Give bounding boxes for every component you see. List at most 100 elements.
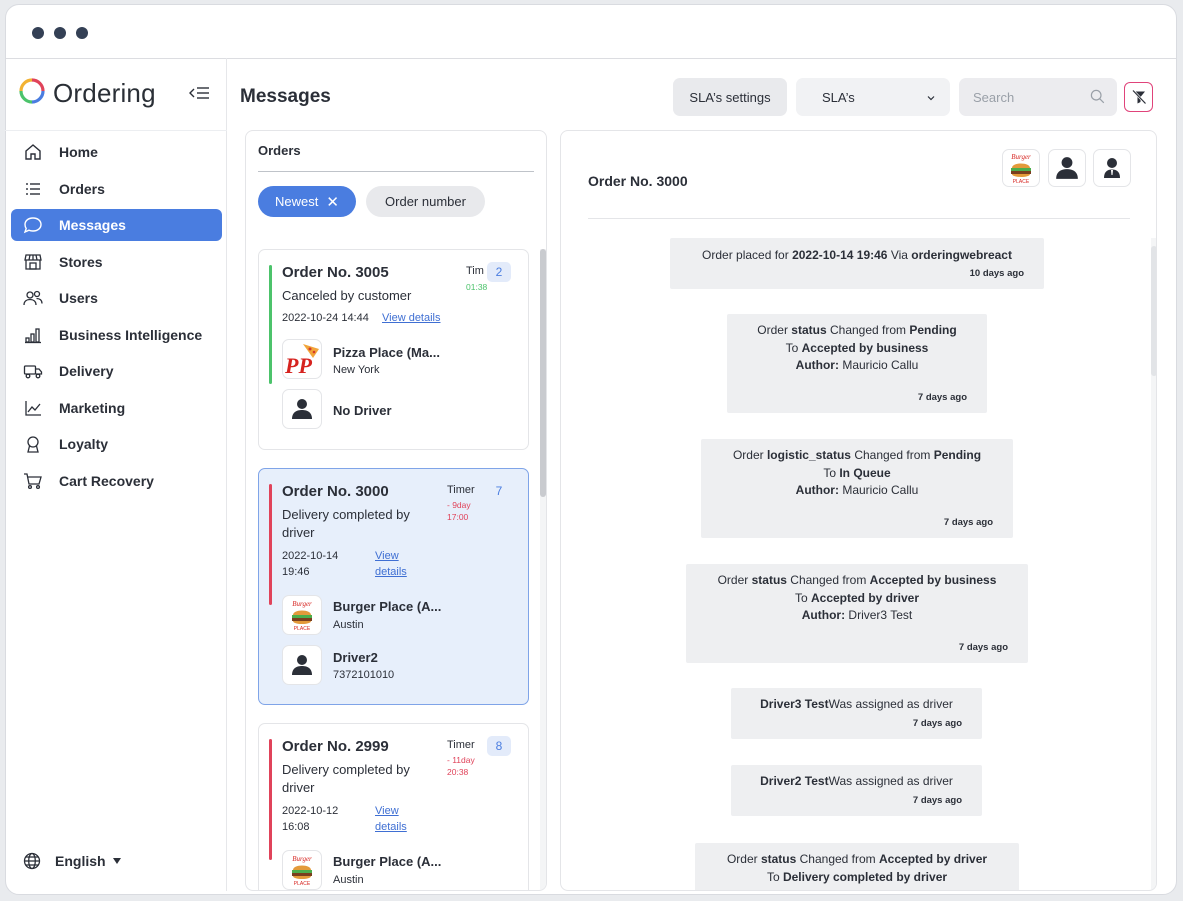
pizza-logo-icon: PP (284, 344, 319, 378)
sidebar-item-label: Delivery (59, 363, 114, 379)
sidebar-item-orders[interactable]: Orders (11, 173, 222, 205)
filter-off-icon (1131, 89, 1147, 105)
timer-label: Timer (447, 739, 475, 751)
business-logo: PP (282, 339, 322, 379)
order-card-3000[interactable]: Order No. 3000 Delivery completed by dri… (258, 468, 529, 705)
msg-text: To (823, 465, 840, 480)
brand[interactable]: Ordering (19, 78, 156, 109)
timer-value: 01:38 (466, 282, 488, 292)
chevron-down-icon (926, 91, 936, 106)
sidebar-item-messages[interactable]: Messages (11, 209, 222, 241)
message-logistic-change: Order logistic_status Changed from Pendi… (701, 439, 1013, 538)
customer-avatar[interactable] (1048, 149, 1086, 187)
msg-date: 2022-10-14 19:46 (792, 248, 888, 262)
status-stripe (269, 265, 272, 384)
sidebar-item-marketing[interactable]: Marketing (11, 392, 222, 424)
detail-scrollbar-thumb[interactable] (1151, 246, 1156, 376)
tab-orders[interactable]: Orders (258, 143, 301, 158)
sidebar-item-business-intelligence[interactable]: Business Intelligence (11, 319, 222, 351)
filter-chip-newest[interactable]: Newest ✕ (258, 186, 356, 217)
timer-label: Timer (447, 484, 475, 496)
burger-logo-icon: Burger PLACE (292, 855, 312, 887)
order-status-line2: driver (282, 525, 315, 540)
view-details-link-line1[interactable]: View (375, 548, 399, 564)
window-dot-maximize[interactable] (76, 27, 88, 39)
clear-filter-button[interactable] (1124, 82, 1153, 112)
search-input[interactable] (959, 78, 1069, 116)
message-line: To Accepted by driver (686, 590, 1028, 608)
search-icon[interactable] (1090, 89, 1105, 109)
view-details-link-line1[interactable]: View (375, 803, 399, 819)
sla-select[interactable]: SLA’s (796, 78, 950, 116)
view-details-link[interactable]: View details (382, 310, 441, 326)
driver-avatar[interactable] (1093, 149, 1131, 187)
message-time-ago: 10 days ago (969, 268, 1024, 279)
msg-to: In Queue (839, 465, 891, 480)
message-line: To In Queue (701, 465, 1013, 483)
msg-from: Pending (933, 448, 982, 462)
driver-name: Driver2 (333, 650, 378, 665)
message-count-badge: 2 (487, 262, 511, 282)
sidebar-item-home[interactable]: Home (11, 136, 222, 168)
driver-avatar (282, 389, 322, 429)
language-selector[interactable]: English (23, 852, 122, 870)
business-avatar[interactable]: Burger PLACE (1002, 149, 1040, 187)
business-name: Burger Place (A... (333, 854, 442, 869)
msg-text: Via (887, 248, 912, 262)
msg-from: Pending (909, 323, 957, 337)
svg-text:PLACE: PLACE (294, 881, 311, 887)
msg-text: Order (717, 573, 752, 587)
order-date-line2: 16:08 (282, 821, 310, 833)
filter-chip-order-number[interactable]: Order number (366, 186, 485, 217)
driver-phone: 7372101010 (333, 669, 395, 681)
msg-to: Delivery completed by driver (782, 869, 948, 884)
globe-icon (23, 852, 41, 870)
svg-text:Burger: Burger (1011, 153, 1031, 161)
driver-avatar (282, 645, 322, 685)
msg-author-label: Author: (801, 608, 846, 622)
medal-icon (23, 434, 43, 454)
message-status-change: Order status Changed from Pending To Acc… (727, 314, 987, 413)
sidebar-item-users[interactable]: Users (11, 282, 222, 314)
sidebar-item-stores[interactable]: Stores (11, 246, 222, 278)
order-status-line1: Delivery completed by (282, 762, 410, 777)
svg-text:Burger: Burger (292, 600, 312, 608)
msg-author: Mauricio Callu (838, 483, 919, 497)
status-stripe (269, 739, 272, 860)
business-logo: Burger PLACE (282, 850, 322, 890)
orders-panel: Orders Newest ✕ Order number Order No. 3… (245, 130, 547, 891)
business-logo: Burger PLACE (282, 595, 322, 635)
message-driver-assigned: Driver3 TestWas assigned as driver 7 day… (731, 688, 982, 739)
tab-underline (258, 171, 534, 172)
orders-scrollbar-thumb[interactable] (540, 249, 546, 497)
msg-text: Order (726, 852, 761, 866)
msg-text: Order (757, 323, 792, 337)
order-card-2999[interactable]: Order No. 2999 Delivery completed by dri… (258, 723, 529, 890)
svg-text:PLACE: PLACE (294, 626, 311, 632)
msg-driver: Driver3 Test (760, 697, 829, 711)
view-details-link-line2[interactable]: details (375, 819, 407, 835)
msg-field: status (791, 323, 827, 337)
sla-settings-button[interactable]: SLA’s settings (673, 78, 787, 116)
order-title: Order No. 3005 (282, 264, 389, 281)
view-details-link-line2[interactable]: details (375, 564, 407, 580)
caret-down-icon (112, 857, 122, 865)
timer-label: Tim (466, 265, 484, 277)
business-city: New York (333, 364, 380, 376)
close-icon[interactable]: ✕ (326, 193, 339, 211)
message-line: To Accepted by business (727, 340, 987, 358)
svg-text:PP: PP (284, 353, 312, 378)
timer-value-line1: - 9day (447, 500, 471, 510)
order-card-3005[interactable]: Order No. 3005 Canceled by customer 2022… (258, 249, 529, 450)
svg-text:Burger: Burger (292, 855, 312, 863)
sidebar-item-cart-recovery[interactable]: Cart Recovery (11, 465, 222, 497)
window-dot-minimize[interactable] (54, 27, 66, 39)
user-avatar-icon (292, 399, 312, 419)
window-dot-close[interactable] (32, 27, 44, 39)
collapse-sidebar-icon[interactable] (187, 84, 211, 102)
sidebar-item-loyalty[interactable]: Loyalty (11, 428, 222, 460)
sla-select-value: SLA’s (822, 89, 855, 105)
msg-text: To (794, 590, 811, 605)
svg-text:PLACE: PLACE (1013, 179, 1030, 185)
sidebar-item-delivery[interactable]: Delivery (11, 355, 222, 387)
